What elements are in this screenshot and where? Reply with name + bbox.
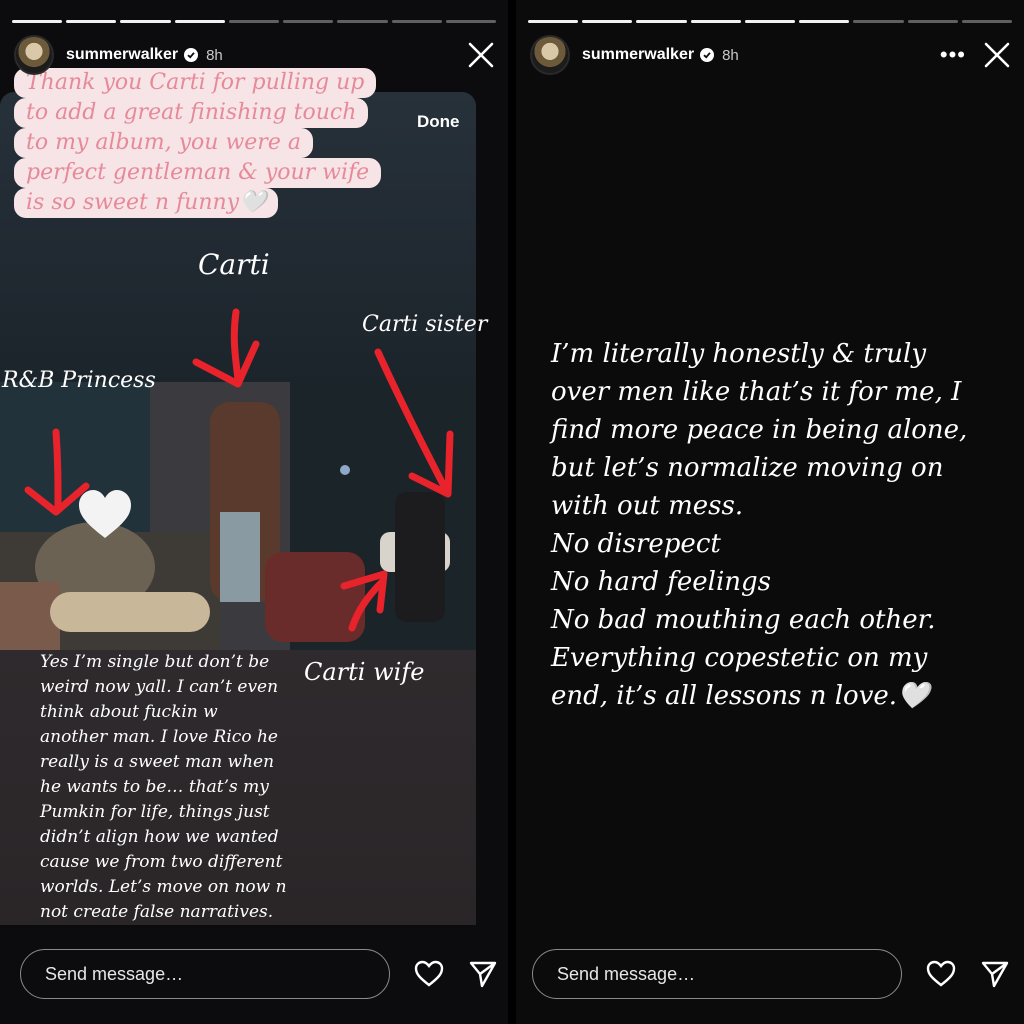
more-icon[interactable]: •••: [940, 44, 966, 66]
note-line: to add a great finishing touch: [14, 98, 369, 128]
panel-divider: [508, 0, 516, 1024]
username[interactable]: summerwalker: [66, 46, 178, 64]
story-panel-left: Thank you Carti for pulling up to add a …: [0, 0, 508, 1024]
progress-segment: [744, 20, 796, 23]
progress-segment: [853, 20, 904, 23]
progress-segment: [799, 20, 850, 23]
story-progress-bar: [528, 20, 1012, 23]
label-carti: Carti: [198, 248, 270, 281]
heart-icon[interactable]: [926, 959, 956, 989]
note-line: to my album, you were a: [14, 128, 313, 158]
close-icon[interactable]: [984, 42, 1010, 68]
done-button[interactable]: Done: [417, 112, 460, 132]
send-message-input[interactable]: Send message…: [532, 949, 902, 999]
verified-badge-icon: [700, 48, 715, 62]
avatar[interactable]: [14, 35, 54, 75]
note-line: perfect gentleman & your wife: [14, 158, 382, 188]
story-footer: Send message…: [20, 924, 498, 1024]
note-line: is so sweet n funny🤍: [14, 188, 279, 218]
story-footer: Send message…: [532, 924, 1010, 1024]
progress-segment: [528, 20, 579, 23]
progress-segment: [961, 20, 1012, 23]
arrow-to-carti: [230, 308, 242, 384]
verified-badge-icon: [184, 48, 199, 62]
label-carti-wife: Carti wife: [304, 658, 425, 686]
avatar[interactable]: [530, 35, 570, 75]
progress-segment: [636, 20, 687, 23]
label-carti-sister: Carti sister: [362, 312, 488, 337]
progress-segment: [582, 20, 633, 23]
username[interactable]: summerwalker: [582, 46, 694, 64]
close-icon[interactable]: [468, 42, 494, 68]
send-icon[interactable]: [980, 959, 1010, 989]
progress-segment: [690, 20, 741, 23]
label-rnb-princess: R&B Princess: [2, 368, 156, 393]
story-caption: Yes I’m single but don’t be weird now ya…: [40, 652, 287, 922]
story-timestamp: 8h: [206, 46, 223, 64]
story-header: summerwalker 8h •••: [530, 34, 1010, 76]
white-heart-icon: [79, 490, 131, 538]
story-header: summerwalker 8h: [14, 34, 494, 76]
pink-thank-you-note: Thank you Carti for pulling up to add a …: [14, 68, 394, 218]
story-text: I’m literally honestly & truly over men …: [551, 339, 968, 711]
heart-icon[interactable]: [414, 959, 444, 989]
story-timestamp: 8h: [722, 46, 739, 64]
send-icon[interactable]: [468, 959, 498, 989]
arrow-to-rnb: [52, 428, 62, 512]
progress-segment: [907, 20, 958, 23]
send-message-input[interactable]: Send message…: [20, 949, 390, 999]
arrow-to-carti-head: [192, 340, 260, 388]
arrow-to-sister: [374, 348, 450, 494]
